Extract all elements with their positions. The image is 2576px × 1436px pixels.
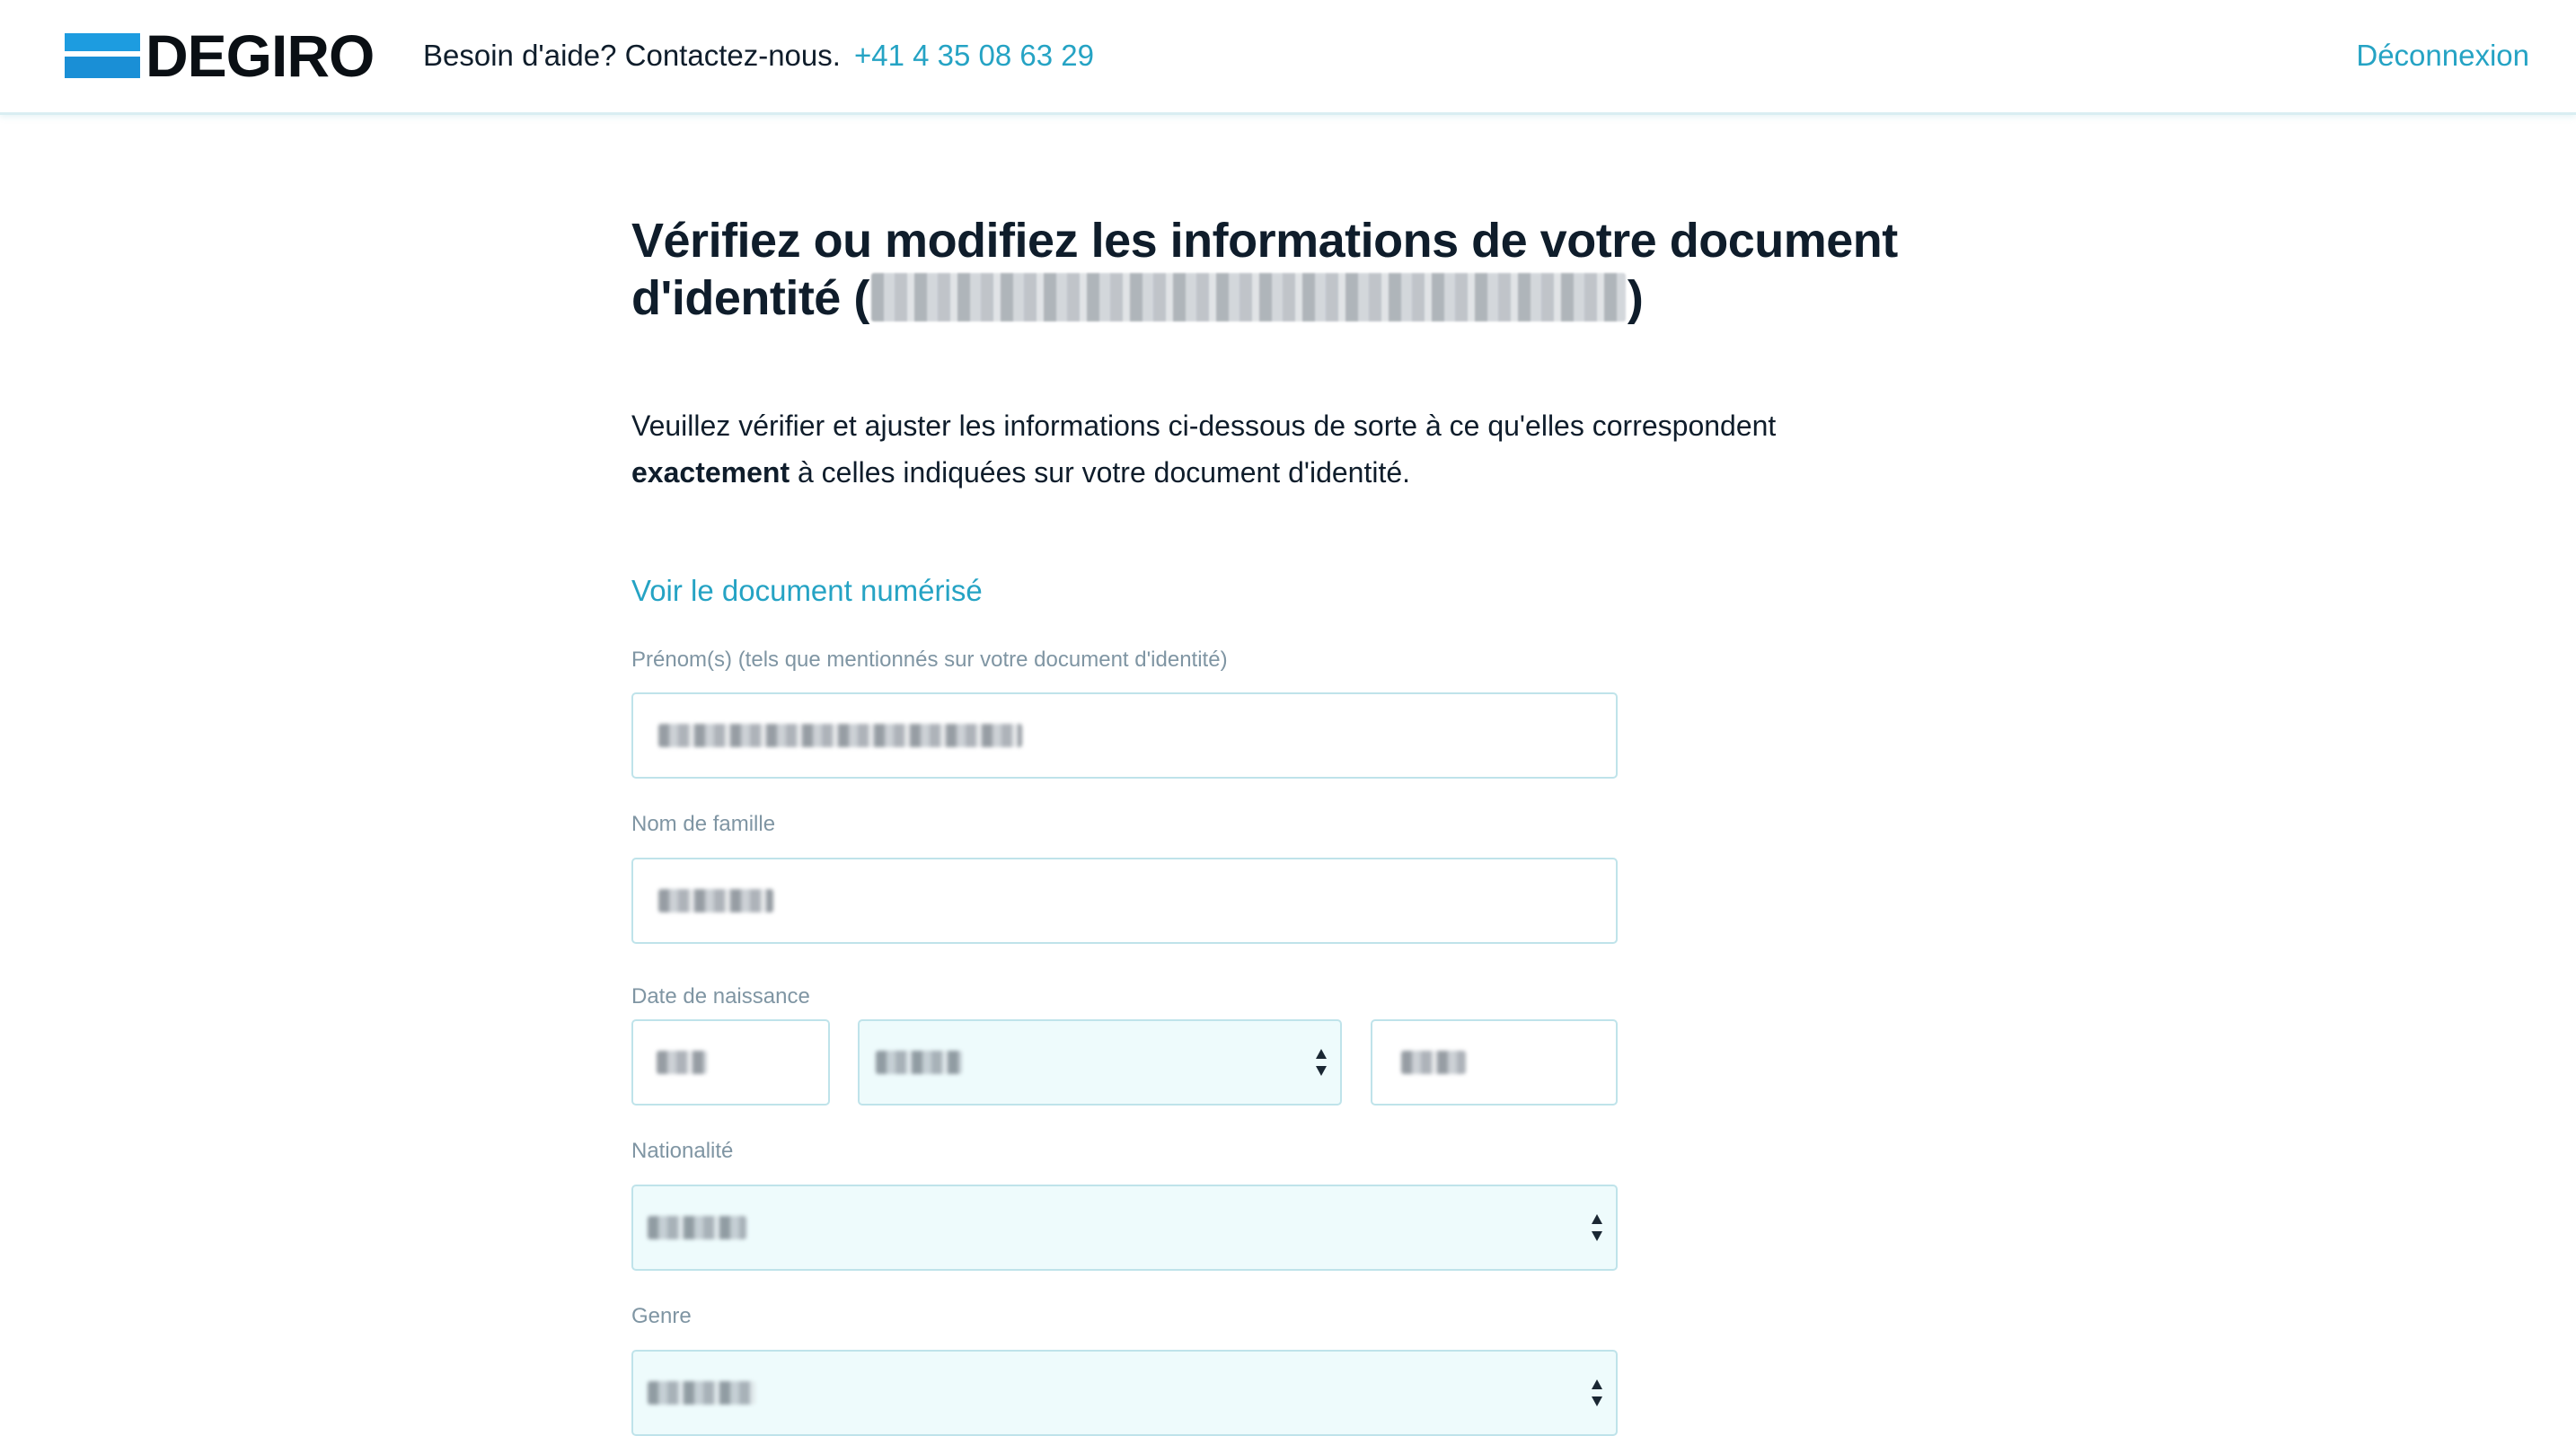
first-name-input[interactable] bbox=[631, 692, 1618, 779]
intro-paragraph: Veuillez vérifier et ajuster les informa… bbox=[631, 402, 1889, 496]
first-name-value-redacted bbox=[658, 724, 1022, 747]
page-title: Vérifiez ou modifiez les informations de… bbox=[631, 212, 1907, 327]
view-scanned-document-link[interactable]: Voir le document numérisé bbox=[631, 571, 983, 611]
last-name-label: Nom de famille bbox=[631, 812, 776, 836]
birth-day-input[interactable] bbox=[631, 1019, 830, 1106]
intro-emphasis: exactement bbox=[631, 456, 790, 489]
degiro-logo[interactable]: DEGIRO bbox=[65, 22, 375, 89]
birth-month-value-redacted bbox=[876, 1051, 962, 1074]
birth-year-input[interactable] bbox=[1371, 1019, 1618, 1106]
degiro-bars-icon bbox=[65, 33, 140, 78]
support-phone-link[interactable]: +41 4 35 08 63 29 bbox=[854, 36, 1094, 75]
birth-month-select[interactable] bbox=[858, 1019, 1342, 1106]
intro-text-part1: Veuillez vérifier et ajuster les informa… bbox=[631, 410, 1777, 442]
birth-day-value-redacted bbox=[657, 1051, 707, 1074]
nationality-label: Nationalité bbox=[631, 1139, 734, 1163]
gender-select[interactable] bbox=[631, 1350, 1618, 1436]
top-header: DEGIRO Besoin d'aide? Contactez-nous. +4… bbox=[0, 0, 2576, 115]
updown-chevron-icon bbox=[1591, 1379, 1603, 1406]
birth-year-value-redacted bbox=[1401, 1051, 1466, 1074]
logout-link[interactable]: Déconnexion bbox=[2356, 36, 2529, 75]
redacted-full-name bbox=[870, 273, 1626, 322]
help-text: Besoin d'aide? Contactez-nous. bbox=[423, 39, 841, 72]
nationality-select[interactable] bbox=[631, 1185, 1618, 1271]
last-name-value-redacted bbox=[658, 889, 773, 912]
last-name-input[interactable] bbox=[631, 858, 1618, 944]
updown-chevron-icon bbox=[1315, 1049, 1328, 1076]
intro-text-part2: à celles indiquées sur votre document d'… bbox=[790, 456, 1411, 489]
gender-value-redacted bbox=[648, 1381, 755, 1405]
birth-date-label: Date de naissance bbox=[631, 984, 810, 1009]
nationality-value-redacted bbox=[648, 1216, 746, 1239]
gender-label: Genre bbox=[631, 1304, 692, 1328]
first-name-label: Prénom(s) (tels que mentionnés sur votre… bbox=[631, 648, 1228, 672]
page-title-close: ) bbox=[1627, 271, 1644, 325]
updown-chevron-icon bbox=[1591, 1214, 1603, 1241]
logo-wordmark: DEGIRO bbox=[146, 22, 375, 89]
